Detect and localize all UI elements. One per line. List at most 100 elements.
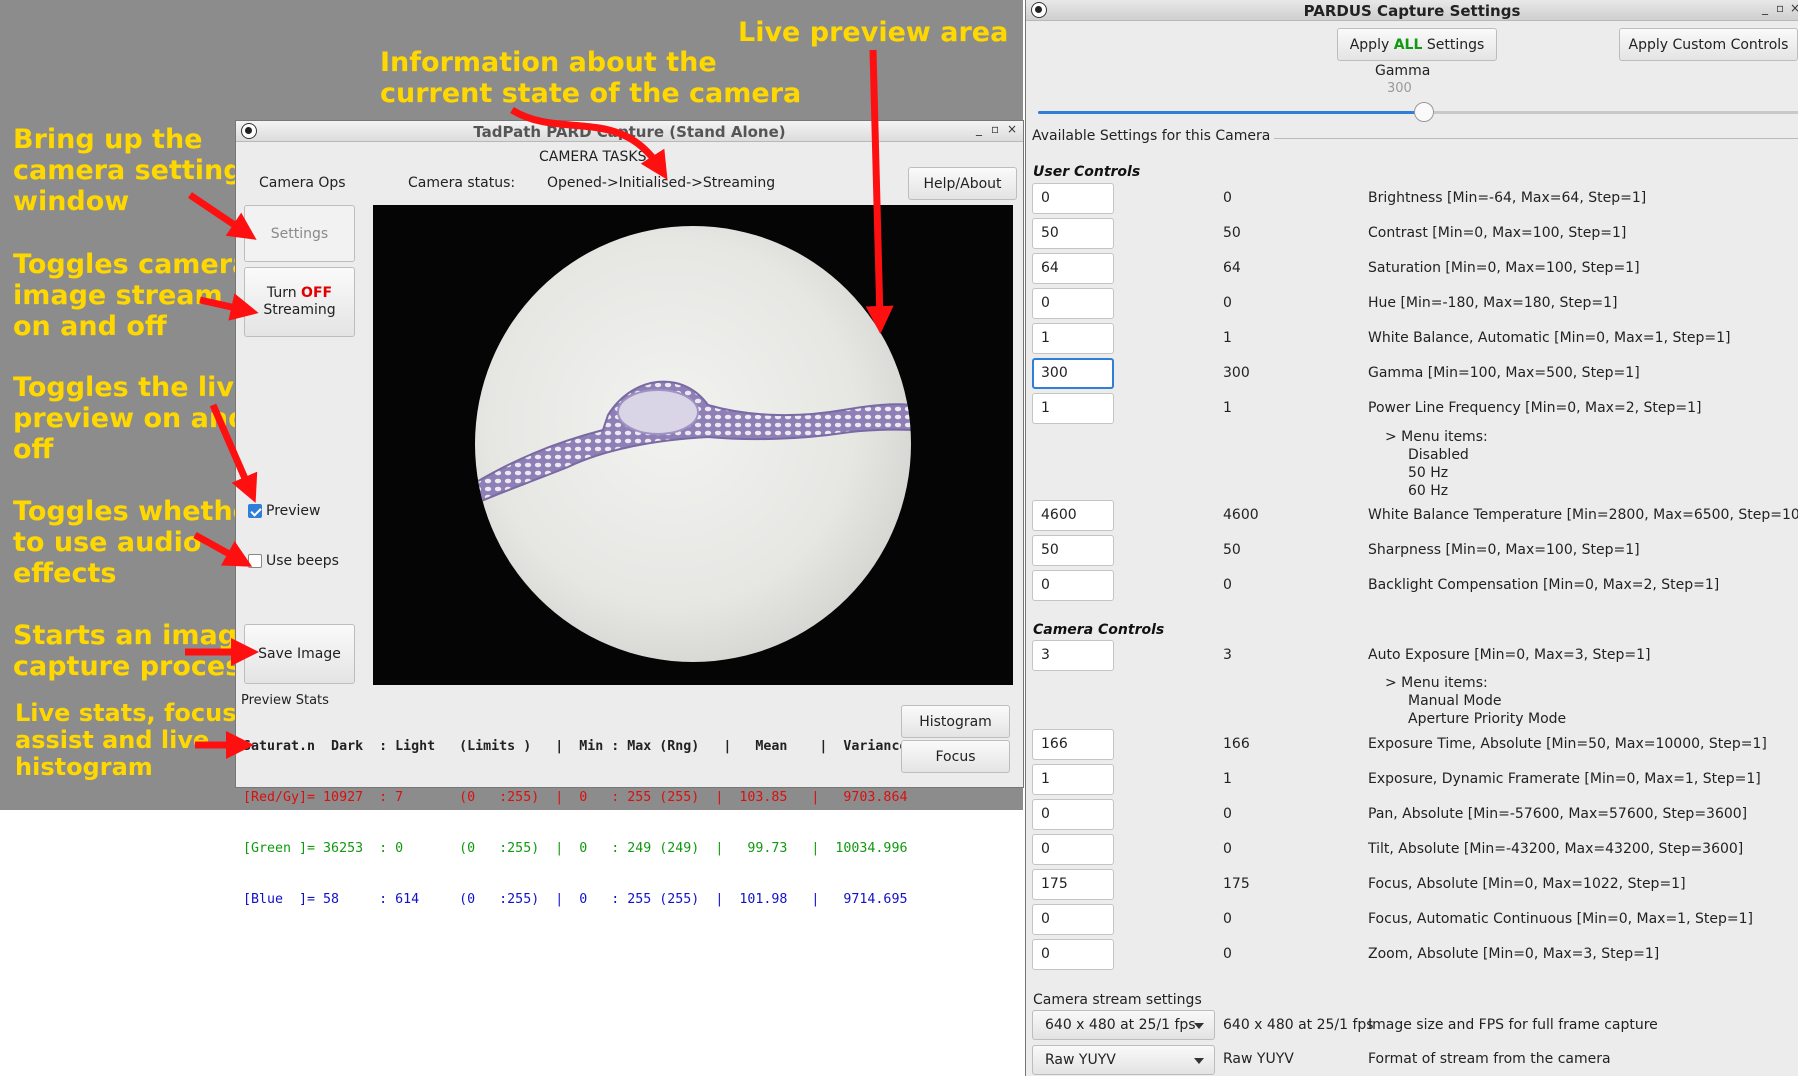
control-value-input[interactable]: 64 (1032, 253, 1114, 284)
control-value-input[interactable]: 4600 (1032, 500, 1114, 531)
stream-format-selected: Raw YUYV (1045, 1052, 1116, 1068)
window-title: TadPath PARD Capture (Stand Alone) (473, 123, 786, 141)
control-current-value: 1 (1223, 330, 1232, 346)
menu-item: Manual Mode (1408, 693, 1502, 709)
close-icon[interactable]: × (1790, 1, 1798, 15)
control-description: Focus, Automatic Continuous [Min=0, Max=… (1368, 911, 1753, 927)
close-icon[interactable]: × (1007, 122, 1017, 136)
use-beeps-label[interactable]: Use beeps (266, 553, 339, 569)
control-value-input[interactable]: 50 (1032, 218, 1114, 249)
menu-items-heading: > Menu items: (1385, 675, 1488, 691)
control-row: 4600 4600 White Balance Temperature [Min=2… (1032, 500, 1798, 532)
maximize-icon[interactable]: ▫ (1776, 1, 1784, 15)
control-value-input[interactable]: 0 (1032, 183, 1114, 214)
preview-checkbox[interactable] (248, 504, 262, 518)
maximize-icon[interactable]: ▫ (991, 122, 999, 136)
off-label: OFF (301, 285, 333, 301)
control-current-value: 166 (1223, 736, 1250, 752)
tadpath-window: TadPath PARD Capture (Stand Alone) _ ▫ ×… (235, 120, 1024, 907)
preview-label[interactable]: Preview (266, 503, 321, 519)
control-value-input[interactable]: 50 (1032, 535, 1114, 566)
menu-item: Aperture Priority Mode (1408, 711, 1567, 727)
camera-status-label: Camera status: (408, 175, 516, 191)
camera-tasks-heading: CAMERA TASKS (539, 149, 647, 165)
streaming-toggle-button[interactable]: Turn OFF Streaming (244, 267, 355, 337)
camera-controls-heading: Camera Controls (1033, 622, 1165, 638)
microscope-view (475, 226, 911, 662)
control-value-input[interactable]: 0 (1032, 570, 1114, 601)
gamma-slider-fill (1038, 111, 1423, 114)
control-value-input[interactable]: 1 (1032, 764, 1114, 795)
stream-settings-label: Camera stream settings (1033, 992, 1202, 1008)
control-current-value: 0 (1223, 577, 1232, 593)
control-description: Pan, Absolute [Min=-57600, Max=57600, St… (1368, 806, 1748, 822)
control-value-input[interactable]: 0 (1032, 799, 1114, 830)
turn-label: Turn (266, 285, 297, 301)
stats-row-blue: [Blue ]= 58 : 614 (0 :255) | 0 : 255 (25… (243, 892, 908, 907)
minimize-icon[interactable]: _ (976, 122, 982, 136)
control-row: 0 0 Pan, Absolute [Min=-57600, Max=57600, … (1032, 799, 1792, 831)
streaming-label: Streaming (263, 302, 336, 318)
control-current-value: 0 (1223, 946, 1232, 962)
control-value-input[interactable]: 1 (1032, 323, 1114, 354)
help-about-button[interactable]: Help/About (908, 167, 1017, 200)
stats-row-green: [Green ]= 36253 : 0 (0 :255) | 0 : 249 (… (243, 841, 908, 856)
user-controls-heading: User Controls (1033, 164, 1141, 180)
annotation-streaming: Toggles camera image stream on and off (13, 249, 251, 342)
apply-custom-controls-button[interactable]: Apply Custom Controls (1619, 28, 1798, 61)
control-value-input[interactable]: 0 (1032, 904, 1114, 935)
control-description: Backlight Compensation [Min=0, Max=2, St… (1368, 577, 1720, 593)
control-current-value: 4600 (1223, 507, 1259, 523)
control-description: Brightness [Min=-64, Max=64, Step=1] (1368, 190, 1647, 206)
gamma-slider-thumb[interactable] (1414, 102, 1434, 122)
stream-format-select[interactable]: Raw YUYV (1032, 1045, 1215, 1075)
chevron-down-icon (1194, 1023, 1204, 1029)
control-row: 1 1 Power Line Frequency [Min=0, Max=2, St… (1032, 393, 1792, 425)
control-value-input[interactable]: 175 (1032, 869, 1114, 900)
control-row: 0 0 Brightness [Min=-64, Max=64, Step=1] (1032, 183, 1792, 215)
histogram-button[interactable]: Histogram (901, 705, 1010, 738)
slider-value: 300 (1387, 81, 1412, 96)
control-row: 166 166 Exposure Time, Absolute [Min=50, M… (1032, 729, 1792, 761)
control-current-value: 50 (1223, 225, 1241, 241)
menu-item: 50 Hz (1408, 465, 1449, 481)
control-current-value: 0 (1223, 806, 1232, 822)
control-row: 0 0 Focus, Automatic Continuous [Min=0, Ma… (1032, 904, 1792, 936)
control-value-input[interactable]: 300 (1032, 358, 1114, 389)
control-value-input[interactable]: 0 (1032, 834, 1114, 865)
stream-size-selected: 640 x 480 at 25/1 fps (1045, 1017, 1196, 1033)
available-settings-label: Available Settings for this Camera (1032, 128, 1275, 144)
control-description: Exposure Time, Absolute [Min=50, Max=100… (1368, 736, 1767, 752)
camera-ops-label: Camera Ops (259, 175, 346, 191)
control-value-input[interactable]: 1 (1032, 393, 1114, 424)
annotation-status: Information about the current state of t… (380, 47, 802, 109)
microscope-field (475, 226, 911, 662)
apply-all-settings-button[interactable]: Apply ALL Settings (1337, 28, 1497, 61)
power-line-menu-items: > Menu items: Disabled 50 Hz 60 Hz (1385, 428, 1488, 500)
settings-button[interactable]: Settings (244, 205, 355, 262)
focus-button[interactable]: Focus (901, 740, 1010, 773)
minimize-icon[interactable]: _ (1762, 1, 1768, 15)
save-image-button[interactable]: Save Image (244, 624, 355, 684)
stats-header: Saturat.n Dark : Light (Limits ) | Min :… (243, 739, 908, 754)
control-row: 0 0 Tilt, Absolute [Min=-43200, Max=43200,… (1032, 834, 1792, 866)
pardus-titlebar[interactable]: PARDUS Capture Settings _ ▫ × (1026, 0, 1798, 21)
control-value-input[interactable]: 0 (1032, 939, 1114, 970)
live-preview[interactable] (373, 205, 1013, 685)
control-value-input[interactable]: 3 (1032, 640, 1114, 671)
annotation-save: Starts an image capture process (13, 620, 258, 682)
preview-stats: Saturat.n Dark : Light (Limits ) | Min :… (243, 704, 908, 942)
auto-exposure-menu-items: > Menu items: Manual Mode Aperture Prior… (1385, 674, 1566, 728)
stream-size-select[interactable]: 640 x 480 at 25/1 fps (1032, 1010, 1215, 1040)
tadpath-titlebar[interactable]: TadPath PARD Capture (Stand Alone) _ ▫ × (236, 121, 1023, 142)
pardus-settings-window: PARDUS Capture Settings _ ▫ × Apply ALL … (1025, 0, 1798, 1076)
control-current-value: 0 (1223, 295, 1232, 311)
control-description: Auto Exposure [Min=0, Max=3, Step=1] (1368, 647, 1651, 663)
control-value-input[interactable]: 0 (1032, 288, 1114, 319)
use-beeps-checkbox[interactable] (248, 554, 262, 568)
control-description: Focus, Absolute [Min=0, Max=1022, Step=1… (1368, 876, 1686, 892)
control-value-input[interactable]: 166 (1032, 729, 1114, 760)
gamma-slider[interactable] (1038, 102, 1798, 122)
control-description: White Balance, Automatic [Min=0, Max=1, … (1368, 330, 1731, 346)
control-row: 175 175 Focus, Absolute [Min=0, Max=1022, … (1032, 869, 1792, 901)
